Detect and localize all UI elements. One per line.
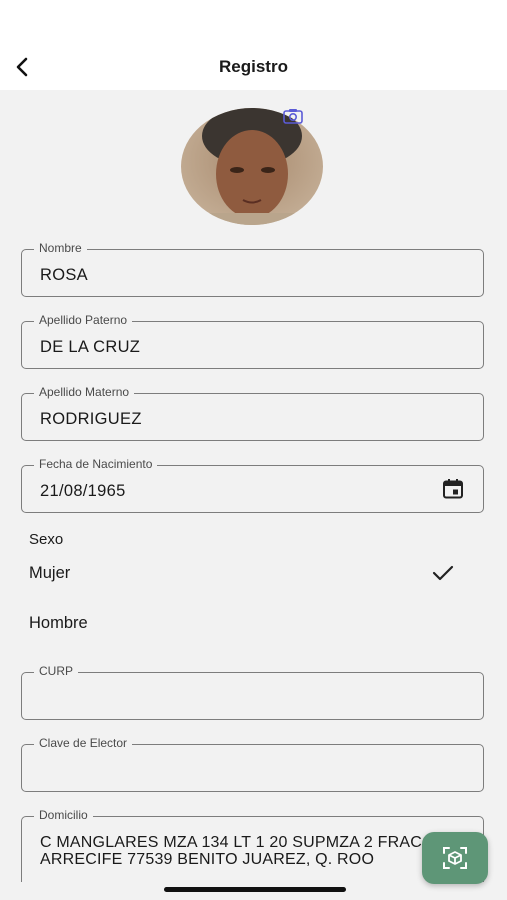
nombre-value: ROSA — [40, 266, 88, 284]
clave-elector-label: Clave de Elector — [34, 736, 133, 750]
sexo-option-mujer[interactable]: Mujer — [29, 564, 70, 583]
page-title: Registro — [219, 57, 288, 76]
fecha-nacimiento-field[interactable]: Fecha de Nacimiento 21/08/1965 — [21, 457, 484, 513]
apellido-paterno-field[interactable]: Apellido Paterno DE LA CRUZ — [21, 313, 484, 369]
avatar[interactable] — [181, 108, 323, 225]
nombre-field[interactable]: Nombre ROSA — [21, 241, 484, 297]
apellido-paterno-label: Apellido Paterno — [34, 313, 133, 327]
camera-icon[interactable] — [283, 108, 303, 124]
fecha-nacimiento-value: 21/08/1965 — [40, 482, 126, 500]
domicilio-field[interactable]: Domicilio C MANGLARES MZA 134 LT 1 20 SU… — [21, 808, 484, 882]
check-icon — [432, 565, 454, 581]
apellido-materno-field[interactable]: Apellido Materno RODRIGUEZ — [21, 385, 484, 441]
domicilio-value: C MANGLARES MZA 134 LT 1 20 SUPMZA 2 FRA… — [40, 834, 434, 868]
curp-label: CURP — [34, 664, 79, 678]
scan-cube-icon — [443, 847, 467, 869]
calendar-icon[interactable] — [441, 477, 465, 501]
domicilio-label: Domicilio — [34, 808, 93, 822]
top-bar: Registro — [0, 0, 507, 90]
apellido-materno-label: Apellido Materno — [34, 385, 135, 399]
sexo-label: Sexo — [29, 531, 64, 548]
curp-field[interactable]: CURP — [21, 664, 484, 720]
home-indicator — [164, 887, 346, 892]
apellido-paterno-value: DE LA CRUZ — [40, 338, 141, 356]
scan-button[interactable] — [422, 832, 488, 884]
form-scroll-area[interactable]: Nombre ROSA Apellido Paterno DE LA CRUZ … — [0, 90, 507, 882]
sexo-option-hombre[interactable]: Hombre — [29, 614, 88, 633]
nombre-label: Nombre — [34, 241, 87, 255]
apellido-materno-value: RODRIGUEZ — [40, 410, 142, 428]
clave-elector-field[interactable]: Clave de Elector — [21, 736, 484, 792]
fecha-nacimiento-label: Fecha de Nacimiento — [34, 457, 158, 471]
